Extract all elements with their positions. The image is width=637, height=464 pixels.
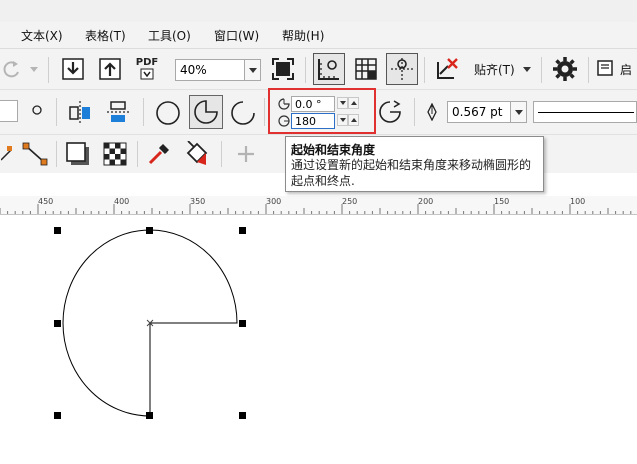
zoom-dropdown-icon[interactable]: [244, 59, 261, 81]
drawing-canvas[interactable]: [0, 215, 637, 464]
ruler-label: 200: [418, 197, 434, 206]
separator: [56, 98, 57, 126]
menu-help[interactable]: 帮助(H): [282, 27, 324, 44]
show-grid-icon[interactable]: [352, 55, 380, 83]
show-rulers-icon[interactable]: [313, 53, 345, 85]
redo-dropdown-icon[interactable]: [28, 63, 40, 75]
separator: [221, 141, 222, 167]
line-style-select[interactable]: [533, 101, 637, 123]
ruler-label: 300: [266, 197, 282, 206]
angle-controls-highlight: [268, 88, 376, 134]
ruler-label: 100: [570, 197, 586, 206]
snap-dropdown-icon[interactable]: [522, 64, 532, 74]
outline-width-dropdown-icon[interactable]: [510, 101, 527, 123]
separator: [264, 98, 265, 126]
selection-handle[interactable]: [146, 227, 153, 234]
property-bar: 0.0 ° 180 0.567 pt: [0, 88, 637, 135]
menu-tools[interactable]: 工具(O): [148, 27, 191, 44]
add-tool-icon[interactable]: [234, 142, 258, 166]
selection-handle[interactable]: [239, 227, 246, 234]
eyedropper-icon[interactable]: [145, 140, 173, 168]
pie-mode-icon[interactable]: [189, 95, 223, 129]
shape-tool-icon[interactable]: [0, 141, 14, 167]
line-style-preview: [538, 112, 634, 113]
separator: [305, 57, 306, 83]
ruler-label: 450: [38, 197, 54, 206]
mirror-horizontal-icon[interactable]: [66, 98, 94, 126]
tooltip-text: 通过设置新的起始和结束角度来移动椭圆形的起点和终点.: [291, 158, 532, 188]
outline-pen-icon: [424, 102, 440, 122]
selection-handle[interactable]: [54, 227, 61, 234]
options-gear-icon[interactable]: [550, 54, 580, 84]
object-size-field[interactable]: [0, 100, 18, 122]
snap-off-icon[interactable]: [433, 55, 461, 83]
selection-handle[interactable]: [239, 412, 246, 419]
show-guidelines-icon[interactable]: [386, 53, 418, 85]
ruler-label: 150: [494, 197, 510, 206]
ruler-ticks: [0, 204, 632, 214]
pdf-icon: [140, 68, 154, 80]
snap-to-button[interactable]: 贴齐(T): [474, 61, 515, 78]
drop-shadow-icon[interactable]: [64, 140, 92, 168]
separator: [424, 57, 425, 83]
menu-window[interactable]: 窗口(W): [214, 27, 259, 44]
pie-shape[interactable]: [0, 215, 637, 464]
separator: [541, 57, 542, 83]
publish-pdf-button[interactable]: PDF: [131, 55, 163, 83]
title-strip: [0, 0, 637, 22]
menu-text[interactable]: 文本(X): [21, 27, 63, 44]
ellipse-mode-icon[interactable]: [153, 98, 183, 128]
selection-handle[interactable]: [54, 412, 61, 419]
selection-handle[interactable]: [54, 320, 61, 327]
separator: [48, 57, 49, 83]
export-icon[interactable]: [97, 56, 123, 82]
mirror-vertical-icon[interactable]: [104, 98, 132, 126]
separator: [414, 98, 415, 126]
lock-ratio-icon[interactable]: [29, 102, 45, 118]
menu-bar: 文本(X) 表格(T) 工具(O) 窗口(W) 帮助(H): [0, 22, 637, 49]
change-direction-icon[interactable]: [376, 98, 404, 126]
redo-icon[interactable]: [0, 57, 24, 81]
full-screen-icon[interactable]: [269, 55, 297, 83]
import-icon[interactable]: [60, 56, 86, 82]
launch-icon[interactable]: [596, 59, 614, 77]
tooltip: 起始和结束角度 通过设置新的起始和结束角度来移动椭圆形的起点和终点.: [285, 136, 544, 192]
connector-tool-icon[interactable]: [20, 140, 50, 168]
outline-width-input[interactable]: 0.567 pt: [447, 101, 511, 123]
ruler-label: 250: [342, 197, 358, 206]
selection-handle[interactable]: [239, 320, 246, 327]
menu-table[interactable]: 表格(T): [85, 27, 126, 44]
separator: [56, 141, 57, 167]
separator: [137, 141, 138, 167]
arc-mode-icon[interactable]: [228, 98, 258, 128]
ruler-label: 350: [190, 197, 206, 206]
pdf-label: PDF: [135, 57, 159, 68]
launch-label[interactable]: 启: [620, 61, 632, 78]
selection-handle[interactable]: [146, 412, 153, 419]
transparency-icon[interactable]: [101, 140, 129, 168]
tooltip-title: 起始和结束角度: [291, 143, 376, 157]
zoom-input[interactable]: 40%: [175, 59, 245, 81]
separator: [143, 98, 144, 126]
interactive-fill-icon[interactable]: [183, 140, 213, 168]
ruler-label: 400: [114, 197, 130, 206]
horizontal-ruler[interactable]: 450 400 350 300 250 200 150 100: [0, 196, 637, 215]
standard-toolbar: PDF 40% 贴齐(T) 启: [0, 49, 637, 90]
separator: [588, 57, 589, 83]
